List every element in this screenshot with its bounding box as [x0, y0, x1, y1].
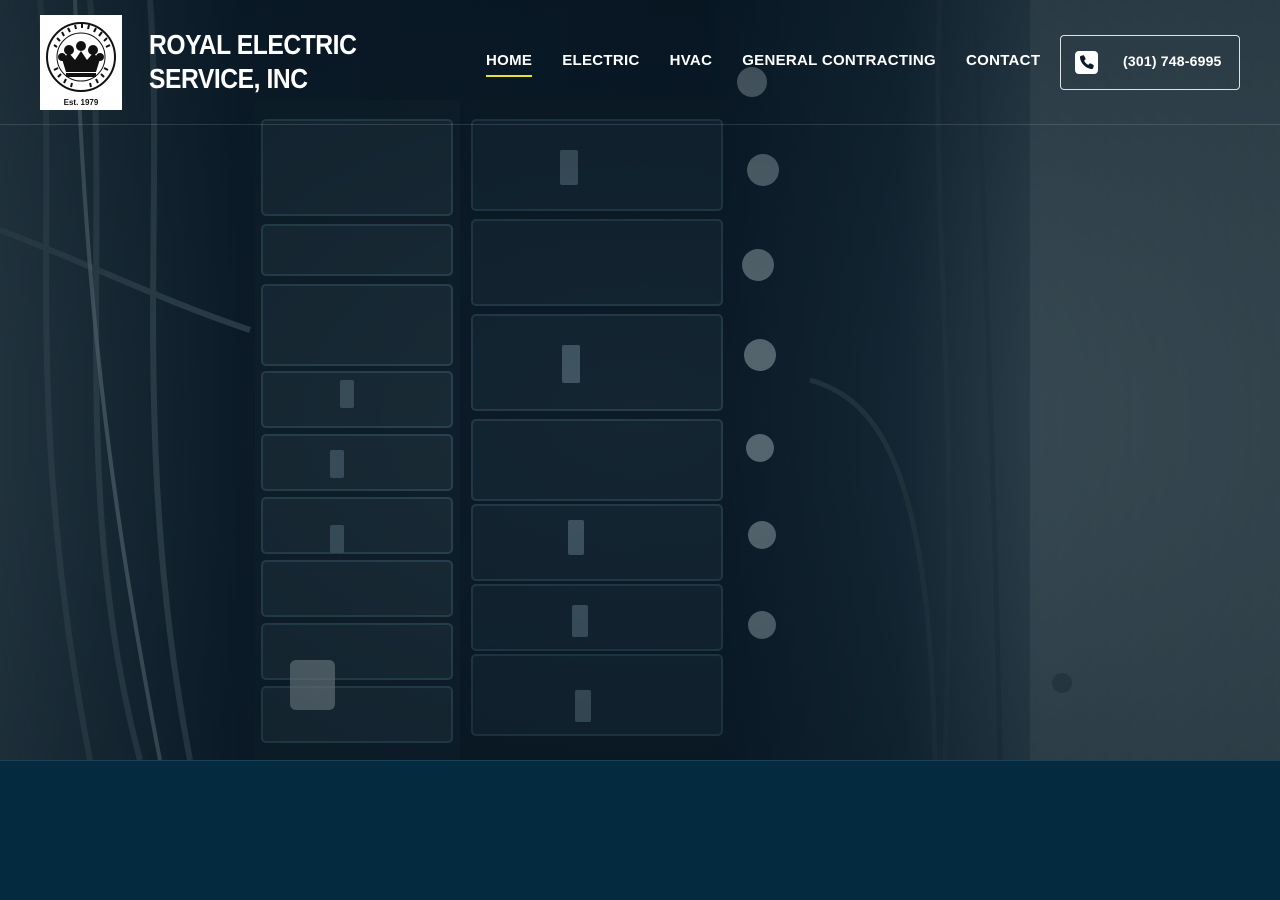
- phone-call-button[interactable]: (301) 748-6995: [1060, 35, 1240, 90]
- crown-logo-icon: Est. 1979: [46, 22, 116, 107]
- logo-est-text: Est. 1979: [64, 98, 99, 107]
- nav-item-home[interactable]: HOME: [486, 52, 533, 77]
- nav-item-hvac[interactable]: HVAC: [670, 52, 713, 77]
- page: Est. 1979 ROYAL ELECTRIC SERVICE, INC HO…: [0, 0, 1280, 900]
- site-header: Est. 1979 ROYAL ELECTRIC SERVICE, INC HO…: [0, 0, 1280, 125]
- phone-icon: [1075, 51, 1098, 74]
- nav-item-electric[interactable]: ELECTRIC: [562, 52, 639, 77]
- nav-item-general-contracting[interactable]: GENERAL CONTRACTING: [742, 52, 936, 77]
- phone-number: (301) 748-6995: [1123, 53, 1222, 69]
- content-section: [0, 760, 1280, 900]
- company-logo[interactable]: Est. 1979: [40, 15, 122, 110]
- brand-name[interactable]: ROYAL ELECTRIC SERVICE, INC: [149, 28, 360, 96]
- nav-item-contact[interactable]: CONTACT: [966, 52, 1040, 77]
- main-navigation: HOME ELECTRIC HVAC GENERAL CONTRACTING C…: [486, 52, 1040, 77]
